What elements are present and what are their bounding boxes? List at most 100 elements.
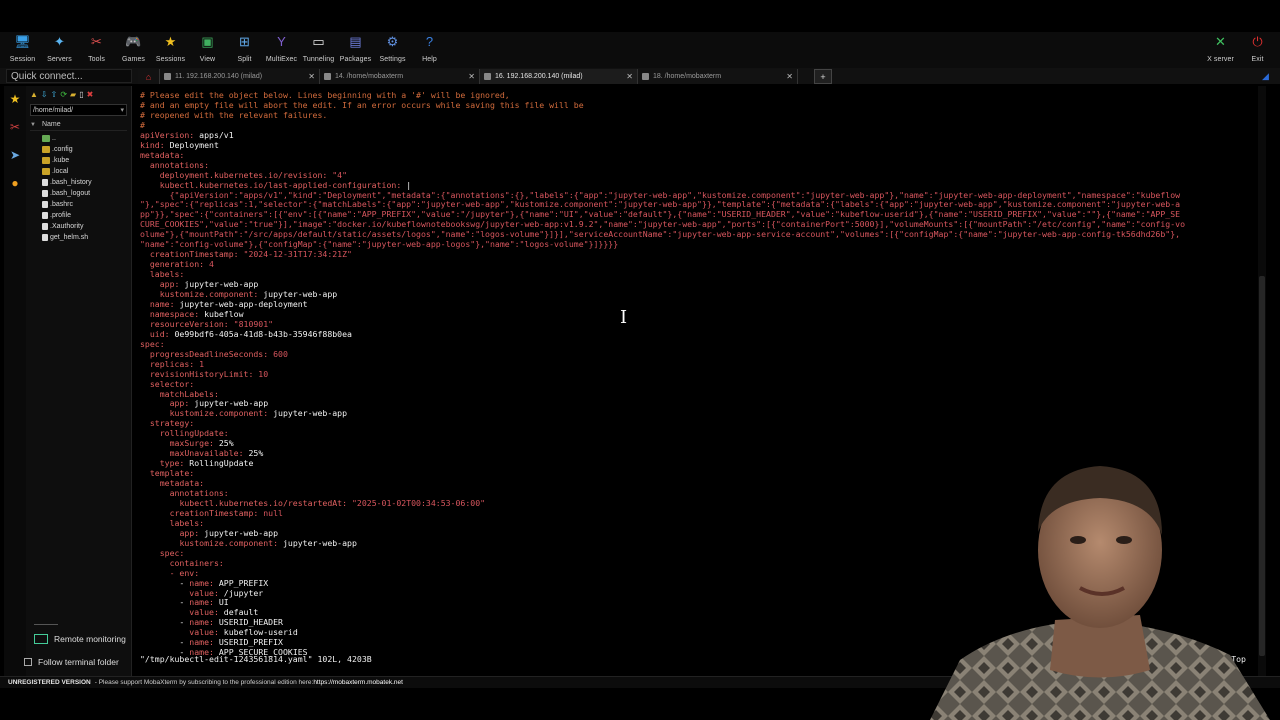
sort-arrow-icon: ▼ (30, 121, 36, 128)
file-list-item[interactable]: .local (26, 166, 131, 177)
presenter-video-image (930, 466, 1270, 720)
support-message: - Please support MobaXterm by subscribin… (94, 679, 314, 686)
help-icon: ? (425, 34, 434, 49)
tab-label: 14. /home/mobaxterm (335, 73, 404, 80)
file-name: .Xauthority (50, 223, 84, 230)
toolbar-button-label: Sessions (155, 56, 186, 63)
file-icon (42, 212, 48, 219)
session-tab[interactable]: 18. /home/mobaxterm ✕ (638, 69, 798, 84)
tools-icon[interactable]: ✂ (6, 118, 24, 136)
checkbox-icon[interactable] (24, 658, 32, 666)
star-icon[interactable]: ★ (6, 90, 24, 108)
mobatek-link[interactable]: https://mobaxterm.mobatek.net (313, 679, 403, 686)
file-list-item[interactable]: get_helm.sh (26, 232, 131, 243)
split-button[interactable]: ⊞ Split (226, 32, 263, 66)
macro-icon[interactable]: ● (6, 174, 24, 192)
new-tab-button[interactable]: + (814, 69, 832, 84)
terminal-line: app: jupyter-web-app (179, 527, 279, 538)
terminal-line: uid: 0e99bdf6-405a-41d8-b43b-35946f88b0e… (149, 328, 352, 339)
tunneling-button[interactable]: ▭ Tunneling (300, 32, 337, 66)
sftp-toolbar: ▲ ⇩ ⇧ ⟳ ▰ ▯ ✖ (26, 86, 131, 102)
toolbar-button-label: Servers (47, 56, 72, 63)
file-list-item[interactable]: .bashrc (26, 199, 131, 210)
follow-terminal-folder-checkbox[interactable]: Follow terminal folder (24, 655, 134, 669)
remote-monitoring-button[interactable]: Remote monitoring (30, 632, 130, 646)
multiexec-button[interactable]: Y MultiExec (263, 32, 300, 66)
terminal-line: maxUnavailable: 25% (169, 448, 264, 459)
settings-button[interactable]: ⚙ Settings (374, 32, 411, 66)
terminal-line: - name: USERID_PREFIX (140, 637, 283, 648)
upload-icon[interactable]: ⇧ (51, 90, 58, 99)
settings-icon: ⚙ (386, 34, 399, 49)
star-icon: ★ (164, 34, 177, 49)
chevron-down-icon[interactable]: ▾ (120, 105, 124, 116)
follow-terminal-label: Follow terminal folder (38, 657, 119, 667)
sessions-button[interactable]: ★ Sessions (152, 32, 189, 66)
xserver-icon: ✕ (1215, 34, 1226, 49)
terminal-line: metadata: (140, 478, 205, 489)
terminal-line: template: (140, 468, 195, 479)
terminal-line: namespace: kubeflow (149, 308, 244, 319)
new-file-icon[interactable]: ▯ (79, 90, 83, 99)
session-tab[interactable]: 16. 192.168.200.140 (milad) ✕ (480, 69, 638, 84)
file-list-item[interactable]: .config (26, 144, 131, 155)
quick-connect-input[interactable]: Quick connect... (6, 69, 132, 83)
refresh-icon[interactable]: ⟳ (60, 90, 67, 99)
terminal-line: rollingUpdate: (140, 428, 229, 439)
terminal-icon (642, 73, 649, 80)
servers-button[interactable]: ✦ Servers (41, 32, 78, 66)
file-list-item[interactable]: .profile (26, 210, 131, 221)
new-folder-icon[interactable]: ▰ (70, 90, 76, 99)
delete-icon[interactable]: ✖ (87, 90, 94, 99)
file-icon (42, 201, 48, 208)
file-list-item[interactable]: .bash_logout (26, 188, 131, 199)
x-server-button[interactable]: ✕ X server (1202, 32, 1239, 66)
terminal-line: - name: USERID_HEADER (140, 617, 283, 628)
tools-button[interactable]: ✂ Tools (78, 32, 115, 66)
packages-button[interactable]: ▤ Packages (337, 32, 374, 66)
session-tab[interactable]: 14. /home/mobaxterm ✕ (320, 69, 480, 84)
file-list-item[interactable]: .kube (26, 155, 131, 166)
terminal-line: kubectl.kubernetes.io/last-applied-confi… (159, 179, 412, 190)
close-icon[interactable]: ✕ (778, 72, 793, 81)
session-button[interactable]: 🖥 Session (4, 32, 41, 66)
folder-icon (42, 168, 50, 175)
mobaxterm-window: 🖥 Session ✦ Servers ✂ Tools 🎮 Games ★ Sessions ▣ Vi… (0, 0, 1280, 720)
terminal-line: value: kubeflow-userid (189, 627, 298, 638)
terminal-line: labels: (140, 269, 185, 280)
view-icon: ▣ (201, 34, 214, 49)
toolbar-left-group: 🖥 Session ✦ Servers ✂ Tools 🎮 Games ★ Sessions ▣ Vi… (0, 32, 448, 66)
help-button[interactable]: ? Help (411, 32, 448, 66)
terminal-line: resourceVersion: "810901" (149, 318, 274, 329)
games-button[interactable]: 🎮 Games (115, 32, 152, 66)
terminal-line: CURE_COOKIES","value":"true"}],"image":"… (140, 219, 1186, 230)
pin-icon[interactable]: ◢ (1262, 71, 1272, 81)
file-list-item[interactable]: .. (26, 133, 131, 144)
toolbar-button-label: Split (237, 56, 252, 63)
view-button[interactable]: ▣ View (189, 32, 226, 66)
close-icon[interactable]: ✕ (460, 72, 475, 81)
exit-button[interactable]: ⏻ Exit (1239, 32, 1276, 66)
file-icon (42, 223, 48, 230)
terminal-line: kubectl.kubernetes.io/restartedAt: "2025… (179, 497, 486, 508)
terminal-line: selector: (140, 378, 195, 389)
terminal-line: # reopened with the relevant failures. (140, 109, 328, 120)
folder-up-icon[interactable]: ▲ (30, 90, 38, 99)
session-tab[interactable]: 11. 192.168.200.140 (milad) ✕ (160, 69, 320, 84)
file-list-item[interactable]: .Xauthority (26, 221, 131, 232)
home-tab-icon[interactable]: ⌂ (138, 69, 160, 84)
toolbar-right-group: ✕ X server ⏻ Exit (1202, 32, 1276, 66)
file-list-item[interactable]: .bash_history (26, 177, 131, 188)
close-icon[interactable]: ✕ (618, 72, 633, 81)
download-icon[interactable]: ⇩ (41, 90, 48, 99)
send-icon[interactable]: ➤ (6, 146, 24, 164)
terminal-line: {"apiVersion":"apps/v1","kind":"Deployme… (140, 189, 1181, 200)
close-icon[interactable]: ✕ (300, 72, 315, 81)
monitor-icon (34, 634, 48, 644)
mouse-ibeam-cursor-icon: I (620, 307, 628, 328)
file-tree-header[interactable]: ▼ Name (30, 119, 127, 131)
sftp-path-field[interactable]: /home/milad/ ▾ (30, 104, 127, 116)
session-icon: 🖥 (14, 34, 31, 49)
main-toolbar: 🖥 Session ✦ Servers ✂ Tools 🎮 Games ★ Sessions ▣ Vi… (0, 32, 1280, 68)
file-icon (42, 190, 48, 197)
